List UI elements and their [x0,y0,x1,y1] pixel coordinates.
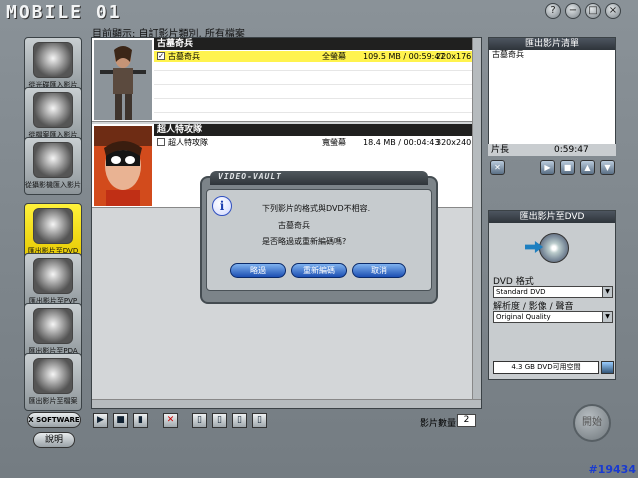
movie-record[interactable]: 超人特攻隊 寬螢幕 18.4 MB / 00:04:43 320x240 / [154,137,481,148]
view-button-3[interactable]: ▯ [232,413,247,428]
sidebar-item-import-camcorder[interactable]: 從攝影機匯入影片 [24,137,82,195]
record-resolution: 220x176 / [436,52,477,61]
camcorder-import-icon [33,142,73,178]
movie-checkbox[interactable]: ✓ [157,52,165,60]
record-format: 寬螢幕 [322,138,346,147]
horizontal-scrollbar[interactable] [92,399,481,408]
pda-export-icon [33,308,73,344]
grid-line [154,84,481,85]
watermark: #19434 [588,463,637,476]
movie-title: 古墓奇兵 [154,38,481,50]
quality-select[interactable]: Original Quality ▼ [493,311,613,323]
view-button-2[interactable]: ▯ [212,413,227,428]
delete-button[interactable]: ▮ [133,413,148,428]
dvd-format-value: Standard DVD [496,288,546,296]
help-window-button[interactable]: ? [545,3,561,19]
dvd-export-icon [33,208,73,244]
movie-thumbnail [94,40,152,120]
grid-line [154,98,481,99]
export-list-item[interactable]: 古墓奇兵 [489,50,615,60]
grid-line [154,112,481,113]
movie-count-label: 影片數量 [420,419,457,429]
close-button[interactable]: × [605,3,621,19]
dialog-title: VIDEO-VAULT [218,172,282,181]
dvd-panel-title: 匯出影片至DVD [489,211,615,223]
view-button-4[interactable]: ▯ [252,413,267,428]
dialog-message-line1: 下列影片的格式與DVD不相容. [262,204,371,213]
sidebar-item-label: 從攝影機匯入影片 [25,181,81,189]
dialog-message-movie: 古墓奇兵 [278,221,310,230]
movie-thumbnail [94,126,152,206]
app-window: MOBILE 01 ? − □ × 目前顯示: 自訂影片類別, 所有檔案 從光碟… [0,0,638,478]
length-label: 片長 [491,145,510,155]
xsoftware-button[interactable]: X SOFTWARE [27,412,81,428]
record-size-time: 18.4 MB / 00:04:43 [363,138,440,147]
dvd-format-select[interactable]: Standard DVD ▼ [493,286,613,298]
info-icon: i [212,196,232,216]
move-down-button[interactable]: ▼ [600,160,615,175]
disc-import-icon [33,42,73,78]
dvd-space-indicator: 4.3 GB DVD可用空間 [493,361,599,374]
app-logo: MOBILE 01 [6,2,122,23]
space-info-icon[interactable] [601,361,614,374]
length-value: 0:59:47 [554,145,589,155]
move-up-button[interactable]: ▲ [580,160,595,175]
record-name: 古墓奇兵 [168,52,200,61]
preview-button[interactable]: ▶ [540,160,555,175]
dvd-disc-icon [539,233,569,263]
chevron-down-icon: ▼ [602,312,612,322]
help-button[interactable]: 說明 [33,432,75,448]
minimize-button[interactable]: − [565,3,581,19]
start-button[interactable]: 開始 [573,404,611,442]
cancel-button[interactable]: 取消 [352,263,406,278]
grid-line [154,70,481,71]
stop-button[interactable]: ■ [113,413,128,428]
view-button-1[interactable]: ▯ [192,413,207,428]
pvp-export-icon [33,258,73,294]
movie-count: 2 [457,414,476,427]
sidebar-item-export-file[interactable]: 匯出影片至檔案 [24,353,82,411]
remove-button[interactable]: ✕ [163,413,178,428]
file-import-icon [33,92,73,128]
movie-checkbox[interactable] [157,138,165,146]
remove-from-list-button[interactable]: ✕ [490,160,505,175]
stop-preview-button[interactable]: ■ [560,160,575,175]
file-export-icon [33,358,73,394]
record-size-time: 109.5 MB / 00:59:47 [363,52,445,61]
length-row: 片長 0:59:47 [488,144,616,156]
chevron-down-icon: ▼ [602,287,612,297]
quality-value: Original Quality [496,313,551,321]
reencode-button[interactable]: 重新編碼 [291,263,347,278]
movie-title: 超人特攻隊 [154,124,481,136]
maximize-button[interactable]: □ [585,3,601,19]
skip-button[interactable]: 略過 [230,263,286,278]
sidebar-item-label: 匯出影片至檔案 [28,397,78,405]
movie-row[interactable]: 古墓奇兵 ✓ 古墓奇兵 全螢幕 109.5 MB / 00:59:47 220x… [92,38,481,122]
vertical-scrollbar[interactable] [472,38,481,401]
play-button[interactable]: ▶ [93,413,108,428]
export-list-title: 匯出影片清單 [489,38,615,50]
dialog-message-line3: 是否略過或重新編碼嗎? [262,237,347,246]
export-list-panel: 匯出影片清單 古墓奇兵 [488,37,616,155]
movie-record[interactable]: ✓ 古墓奇兵 全螢幕 109.5 MB / 00:59:47 220x176 / [154,51,481,62]
record-name: 超人特攻隊 [168,138,208,147]
record-format: 全螢幕 [322,52,346,61]
record-resolution: 320x240 / [436,138,477,147]
dvd-export-panel: 匯出影片至DVD DVD 格式 Standard DVD ▼ 解析度 / 影像 /… [488,210,616,380]
